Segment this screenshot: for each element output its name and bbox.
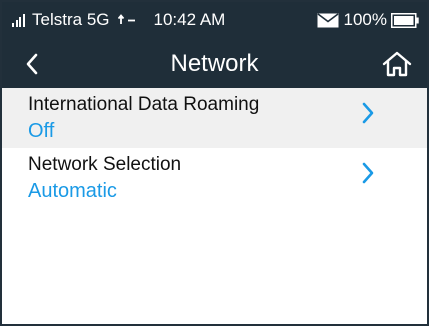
mail-icon [317,12,339,28]
chevron-right-icon [359,100,377,126]
menu-item-international-data-roaming[interactable]: International Data Roaming Off [2,88,427,148]
battery-percent: 100% [343,10,387,29]
menu-item-value: Automatic [28,180,117,202]
battery-icon [391,12,419,28]
chevron-right-icon [359,160,377,186]
carrier-label: Telstra [32,10,83,29]
page-title: Network [170,50,259,77]
home-button[interactable] [379,46,415,82]
data-transfer-icon [117,13,136,27]
menu-item-label: Network Selection [28,154,182,175]
device-screen: Telstra 5G 10:42 AM 100% Network Interna… [0,0,429,326]
network-type: 5G [86,10,110,29]
menu-item-label: International Data Roaming [28,94,260,115]
menu-item-value: Off [28,120,55,142]
status-bar: Telstra 5G 10:42 AM 100% [2,2,427,38]
menu-item-network-selection[interactable]: Network Selection Automatic [2,148,427,208]
home-icon [382,51,412,77]
nav-bar: Network [2,38,427,88]
status-time: 10:42 AM [153,10,226,29]
carrier-name: Telstra 5G [32,10,110,30]
signal-strength-icon [12,13,26,27]
menu-list: International Data Roaming Off Network S… [2,88,427,208]
